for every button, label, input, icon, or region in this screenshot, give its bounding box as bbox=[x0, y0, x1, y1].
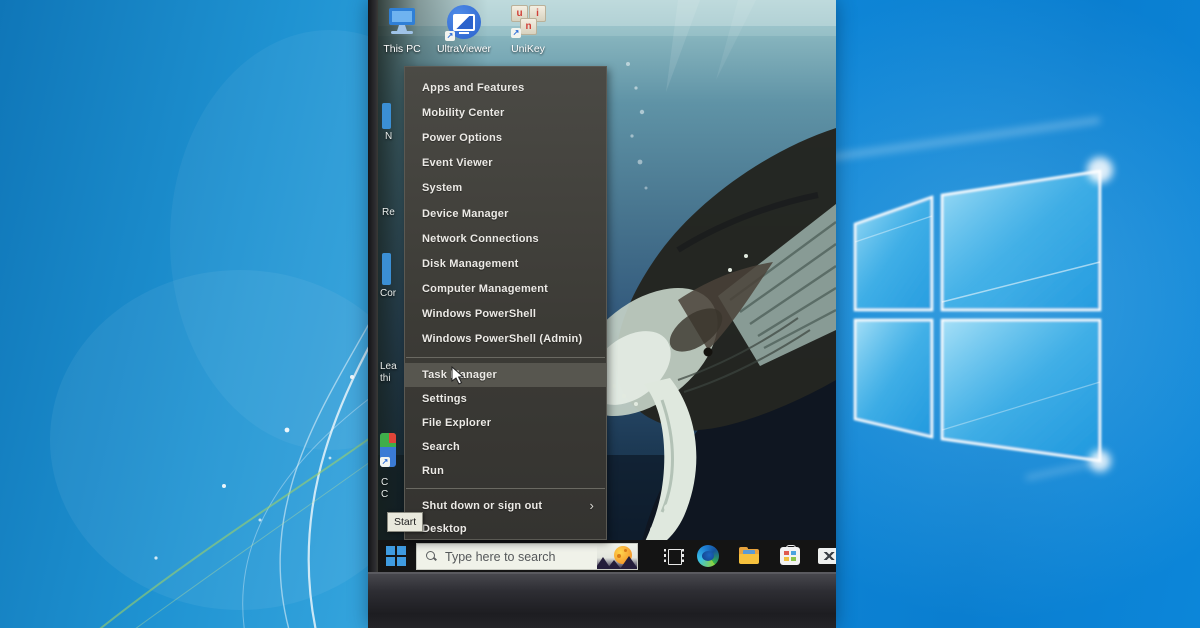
ultraviewer-icon: ↗ bbox=[436, 3, 492, 41]
winx-menu: Apps and Features Mobility Center Power … bbox=[404, 66, 607, 540]
taskbar: Type here to search bbox=[378, 540, 836, 572]
menu-item-windows-powershell[interactable]: Windows PowerShell bbox=[405, 302, 606, 327]
windows-flag-icon bbox=[386, 546, 395, 555]
partial-icon-label: C bbox=[381, 489, 388, 500]
monitor-photo: This PC ↗ UltraViewer u i n ↗ UniKey bbox=[368, 0, 836, 628]
screen: This PC ↗ UltraViewer u i n ↗ UniKey bbox=[378, 0, 836, 572]
chevron-right-icon: › bbox=[589, 498, 594, 513]
shortcut-arrow-icon: ↗ bbox=[445, 31, 455, 41]
search-placeholder-text: Type here to search bbox=[445, 550, 555, 564]
menu-item-disk-management[interactable]: Disk Management bbox=[405, 251, 606, 276]
start-button[interactable] bbox=[386, 546, 406, 566]
partial-icon-label: N bbox=[385, 131, 392, 142]
monitor-bezel-bottom bbox=[368, 572, 836, 628]
menu-item-system[interactable]: System bbox=[405, 176, 606, 201]
menu-item-device-manager[interactable]: Device Manager bbox=[405, 201, 606, 226]
desktop-icon-label: UltraViewer bbox=[436, 43, 492, 55]
search-highlight-art bbox=[597, 544, 637, 569]
menu-item-shut-down-or-sign-out[interactable]: Shut down or sign out › bbox=[405, 494, 606, 517]
menu-item-network-connections[interactable]: Network Connections bbox=[405, 226, 606, 251]
partial-icon-label: C bbox=[381, 477, 388, 488]
monitor-bezel-left bbox=[368, 0, 378, 572]
desktop-icon-unikey[interactable]: u i n ↗ UniKey bbox=[500, 3, 556, 55]
menu-item-computer-management[interactable]: Computer Management bbox=[405, 277, 606, 302]
store-icon[interactable] bbox=[779, 545, 801, 567]
partial-icon-label: Lea bbox=[380, 361, 397, 372]
partial-icon-label: Re bbox=[382, 207, 395, 218]
menu-item-label: Shut down or sign out bbox=[422, 500, 542, 512]
menu-item-task-manager[interactable]: Task Manager bbox=[405, 363, 606, 387]
shortcut-arrow-icon: ↗ bbox=[511, 28, 521, 38]
menu-item-run[interactable]: Run bbox=[405, 459, 606, 483]
search-input[interactable]: Type here to search bbox=[416, 543, 638, 570]
this-pc-icon bbox=[378, 3, 430, 41]
desktop-icon-ultraviewer[interactable]: ↗ UltraViewer bbox=[436, 3, 492, 55]
menu-item-mobility-center[interactable]: Mobility Center bbox=[405, 100, 606, 125]
partial-desktop-icon: ↗ bbox=[380, 433, 396, 467]
menu-item-windows-powershell-admin[interactable]: Windows PowerShell (Admin) bbox=[405, 327, 606, 352]
edge-icon[interactable] bbox=[697, 545, 719, 567]
windows-logo bbox=[836, 0, 1200, 628]
menu-item-search[interactable]: Search bbox=[405, 435, 606, 459]
task-view-icon[interactable] bbox=[663, 545, 685, 567]
menu-separator bbox=[406, 357, 605, 358]
partial-desktop-icon bbox=[382, 103, 391, 129]
menu-item-event-viewer[interactable]: Event Viewer bbox=[405, 151, 606, 176]
partial-icon-label: thi bbox=[380, 373, 391, 384]
start-tooltip: Start bbox=[387, 512, 423, 532]
desktop-icon-label: This PC bbox=[378, 43, 430, 55]
partial-desktop-icon bbox=[382, 253, 391, 285]
menu-item-file-explorer[interactable]: File Explorer bbox=[405, 411, 606, 435]
desktop-icon-label: UniKey bbox=[500, 43, 556, 55]
menu-item-power-options[interactable]: Power Options bbox=[405, 125, 606, 150]
mouse-cursor bbox=[450, 366, 466, 386]
desktop-icon-this-pc[interactable]: This PC bbox=[378, 3, 430, 55]
unikey-icon: u i n ↗ bbox=[500, 3, 556, 41]
file-explorer-icon[interactable] bbox=[738, 545, 760, 567]
menu-separator bbox=[406, 488, 605, 489]
shortcut-arrow-icon: ↗ bbox=[380, 457, 390, 467]
menu-item-desktop[interactable]: Desktop bbox=[405, 517, 606, 540]
hero-image: This PC ↗ UltraViewer u i n ↗ UniKey bbox=[0, 0, 1200, 628]
light-streaks bbox=[0, 0, 368, 628]
menu-item-apps-and-features[interactable]: Apps and Features bbox=[405, 75, 606, 100]
search-icon bbox=[426, 551, 437, 562]
mail-icon[interactable] bbox=[818, 545, 836, 567]
menu-item-settings[interactable]: Settings bbox=[405, 387, 606, 411]
partial-icon-label: Cor bbox=[380, 288, 396, 299]
